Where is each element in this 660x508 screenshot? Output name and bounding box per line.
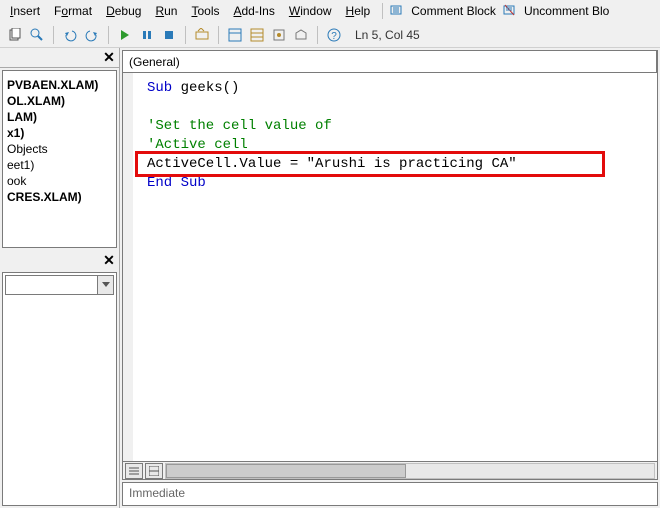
code-scroll-row	[123, 461, 657, 479]
tree-item[interactable]: OL.XLAM)	[5, 93, 114, 109]
close-icon[interactable]: ✕	[101, 252, 117, 268]
tree-item[interactable]: eet1)	[5, 157, 114, 173]
run-icon[interactable]	[116, 26, 134, 44]
code-line[interactable]	[147, 98, 657, 117]
comment-block-icon[interactable]	[389, 3, 405, 19]
menu-format[interactable]: Format	[48, 2, 98, 20]
menu-debug[interactable]: Debug	[100, 2, 147, 20]
menu-window[interactable]: Window	[283, 2, 338, 20]
code-line[interactable]: 'Set the cell value of	[147, 117, 657, 136]
help-icon[interactable]: ?	[325, 26, 343, 44]
toolbar-sep	[53, 26, 54, 44]
find-icon[interactable]	[28, 26, 46, 44]
toolbar-sep	[218, 26, 219, 44]
toolbar-sep	[317, 26, 318, 44]
properties-object-dropdown[interactable]	[5, 275, 114, 295]
design-mode-icon[interactable]	[193, 26, 211, 44]
properties-pane	[2, 272, 117, 506]
undo-icon[interactable]	[61, 26, 79, 44]
immediate-window[interactable]: Immediate	[122, 482, 658, 506]
object-combo[interactable]: (General)	[123, 51, 657, 72]
menu-divider	[382, 3, 383, 19]
copy-icon[interactable]	[6, 26, 24, 44]
menu-tools[interactable]: Tools	[185, 2, 225, 20]
menu-help[interactable]: Help	[340, 2, 377, 20]
code-editor[interactable]: Sub geeks() 'Set the cell value of'Active…	[123, 73, 657, 461]
properties-icon[interactable]	[248, 26, 266, 44]
tree-item[interactable]: Objects	[5, 141, 114, 157]
menu-run[interactable]: Run	[149, 2, 183, 20]
code-line[interactable]: End Sub	[147, 174, 657, 193]
break-icon[interactable]	[138, 26, 156, 44]
code-line[interactable]: Sub geeks()	[147, 79, 657, 98]
tree-item[interactable]: CRES.XLAM)	[5, 189, 114, 205]
chevron-down-icon[interactable]	[97, 276, 113, 294]
properties-header: ✕	[0, 250, 119, 270]
scrollbar-thumb[interactable]	[166, 464, 406, 478]
toolbar-sep	[108, 26, 109, 44]
tree-item[interactable]: x1)	[5, 125, 114, 141]
procedure-view-icon[interactable]	[125, 463, 143, 479]
redo-icon[interactable]	[83, 26, 101, 44]
uncomment-block-button[interactable]: Uncomment Blo	[520, 2, 613, 20]
horizontal-scrollbar[interactable]	[165, 463, 655, 479]
code-combo-row: (General)	[123, 51, 657, 73]
project-explorer-icon[interactable]	[226, 26, 244, 44]
toolbox-icon[interactable]	[292, 26, 310, 44]
reset-icon[interactable]	[160, 26, 178, 44]
code-line[interactable]: ActiveCell.Value = "Arushi is practicing…	[147, 155, 657, 174]
code-line[interactable]: 'Active cell	[147, 136, 657, 155]
full-module-view-icon[interactable]	[145, 463, 163, 479]
svg-text:?: ?	[331, 31, 337, 42]
project-explorer-header: ✕	[0, 48, 119, 68]
object-browser-icon[interactable]	[270, 26, 288, 44]
left-side-panel: ✕ PVBAEN.XLAM) OL.XLAM) LAM) x1) Objects…	[0, 48, 120, 508]
toolbar: ? Ln 5, Col 45	[0, 22, 660, 48]
tree-item[interactable]: PVBAEN.XLAM)	[5, 77, 114, 93]
menu-addins[interactable]: Add-Ins	[227, 2, 280, 20]
uncomment-block-icon[interactable]	[502, 3, 518, 19]
toolbar-sep	[185, 26, 186, 44]
project-explorer-tree[interactable]: PVBAEN.XLAM) OL.XLAM) LAM) x1) Objects e…	[2, 70, 117, 248]
tree-item[interactable]: LAM)	[5, 109, 114, 125]
menu-insert[interactable]: Insert	[4, 2, 46, 20]
menu-bar: Insert Format Debug Run Tools Add-Ins Wi…	[0, 0, 660, 22]
comment-block-button[interactable]: Comment Block	[407, 2, 500, 20]
close-icon[interactable]: ✕	[101, 50, 117, 66]
tree-item[interactable]: ook	[5, 173, 114, 189]
code-area: (General) Sub geeks() 'Set the cell value…	[120, 48, 660, 508]
object-combo-label: (General)	[129, 55, 180, 69]
cursor-position-status: Ln 5, Col 45	[347, 28, 420, 42]
